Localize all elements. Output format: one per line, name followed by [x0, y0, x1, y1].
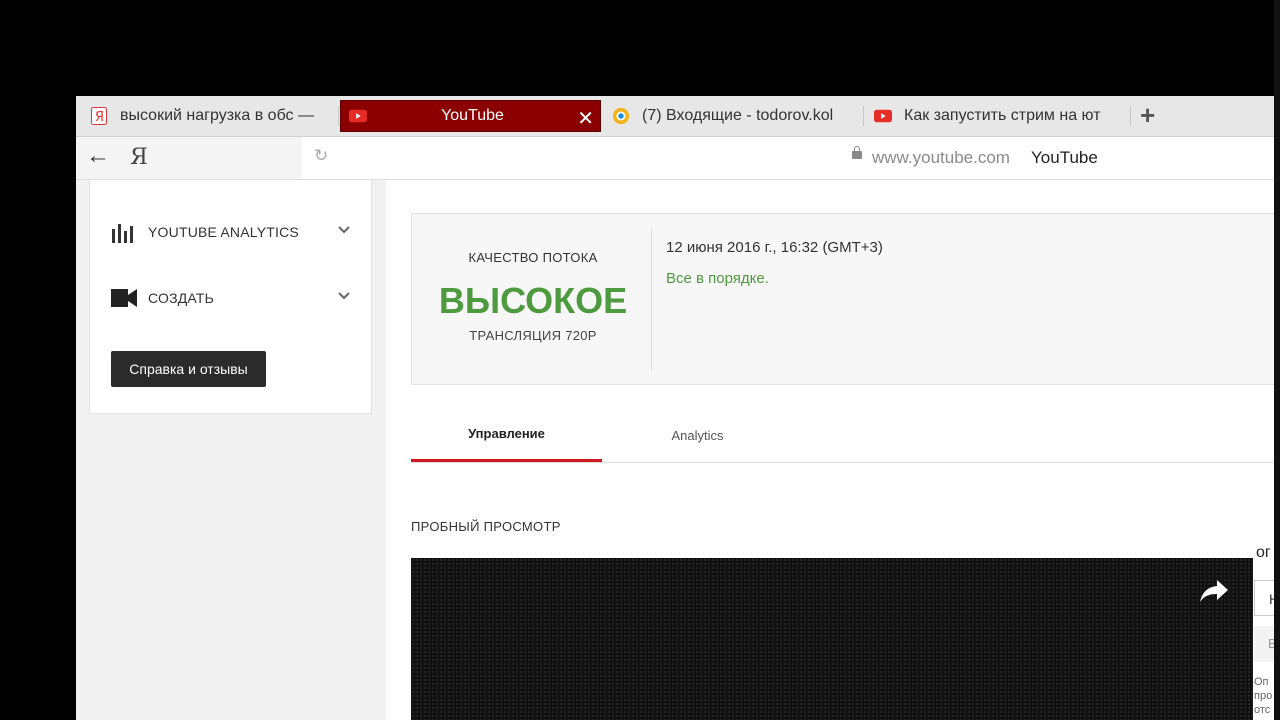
sidebar-item-create[interactable]: СОЗДАТЬ [110, 286, 214, 310]
chevron-down-icon[interactable] [337, 222, 351, 238]
tab-mail[interactable]: (7) Входящие - todorov.kol [604, 100, 860, 132]
main-panel: КАЧЕСТВО ПОТОКА ВЫСОКОЕ ТРАНСЛЯЦИЯ 720P … [386, 180, 1274, 720]
panel-field[interactable]: В [1254, 626, 1274, 662]
new-tab-plus-icon[interactable]: + [1140, 100, 1155, 131]
yandex-icon: Я [90, 107, 108, 125]
tab-manage[interactable]: Управление [411, 408, 602, 462]
svg-text:Я: Я [95, 110, 104, 125]
tab-separator [863, 106, 864, 126]
tab-separator [1130, 106, 1131, 126]
tab-label: (7) Входящие - todorov.kol [642, 107, 834, 124]
youtube-icon [349, 107, 367, 125]
tab-stream-guide[interactable]: Как запустить стрим на ют [866, 100, 1128, 132]
panel-heading: ог [1256, 544, 1271, 561]
quality-resolution: ТРАНСЛЯЦИЯ 720P [469, 328, 597, 343]
browser-window: Я высокий нагрузка в обс — YouTube ✕ (7)… [76, 96, 1274, 720]
status-timestamp: 12 июня 2016 г., 16:32 (GMT+3) [666, 239, 883, 256]
right-side-panel: ог Н В Оп про отс [1254, 530, 1274, 720]
right-edge-strip [1274, 0, 1280, 720]
yandex-logo[interactable]: Я [130, 145, 148, 170]
sidebar-item-label: YOUTUBE ANALYTICS [148, 224, 299, 240]
sidebar-item-analytics[interactable]: YOUTUBE ANALYTICS [110, 220, 299, 244]
tab-separator [338, 106, 339, 126]
divider [651, 228, 652, 370]
close-icon[interactable]: ✕ [577, 106, 594, 131]
video-preview[interactable] [411, 558, 1253, 720]
panel-text-line: отс [1254, 704, 1271, 716]
lock-icon [852, 146, 862, 159]
panel-field[interactable]: Н [1254, 580, 1274, 616]
sidebar-item-label: СОЗДАТЬ [148, 290, 215, 306]
tab-bar: Я высокий нагрузка в обс — YouTube ✕ (7)… [76, 96, 1274, 137]
panel-description: Оп про отс [1254, 675, 1272, 717]
bar-chart-icon [110, 221, 138, 243]
status-message: Все в порядке. [666, 270, 769, 287]
tab-youtube[interactable]: YouTube ✕ [340, 100, 601, 132]
youtube-icon [874, 107, 892, 125]
page-content: YOUTUBE ANALYTICS СОЗДАТЬ Справка и отзы… [76, 180, 1274, 720]
sidebar: YOUTUBE ANALYTICS СОЗДАТЬ Справка и отзы… [89, 180, 372, 414]
url-page-title: YouTube [1031, 148, 1098, 167]
page-tabs: Управление Analytics [411, 408, 1274, 463]
quality-value: ВЫСОКОЕ [438, 280, 628, 321]
url-field[interactable]: ↻ www.youtube.com YouTube [302, 137, 1274, 179]
panel-text-line: про [1254, 690, 1273, 702]
mail-icon [612, 107, 630, 125]
tab-analytics[interactable]: Analytics [602, 408, 793, 462]
chevron-down-icon[interactable] [337, 288, 351, 304]
stream-health-card: КАЧЕСТВО ПОТОКА ВЫСОКОЕ ТРАНСЛЯЦИЯ 720P … [411, 213, 1274, 385]
share-icon[interactable] [1197, 576, 1231, 606]
tab-label: YouTube [441, 107, 504, 124]
tab-label: высокий нагрузка в обс — [120, 107, 314, 124]
preview-title: ПРОБНЫЙ ПРОСМОТР [411, 519, 561, 534]
back-arrow-icon[interactable]: ← [86, 142, 110, 170]
tab-label: Как запустить стрим на ют [904, 107, 1101, 124]
tab-yandex-search[interactable]: Я высокий нагрузка в обс — [82, 100, 336, 132]
reload-icon[interactable]: ↻ [314, 146, 328, 166]
quality-heading: КАЧЕСТВО ПОТОКА [468, 250, 598, 265]
address-bar: ← Я ↻ www.youtube.com YouTube [76, 137, 1274, 180]
help-feedback-button[interactable]: Справка и отзывы [111, 351, 266, 387]
panel-text-line: Оп [1254, 676, 1269, 688]
video-camera-icon [110, 287, 138, 309]
url-text: www.youtube.com [872, 148, 1010, 167]
